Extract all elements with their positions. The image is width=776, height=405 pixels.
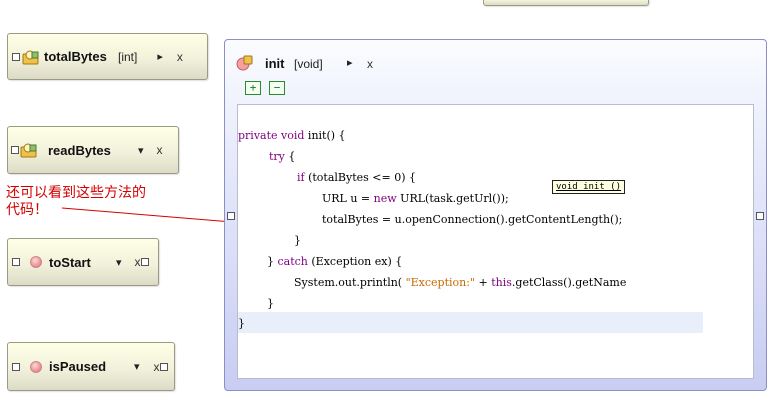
method-type: [void] (294, 57, 323, 71)
method-node-ispaused[interactable]: isPaused ▾ x (7, 342, 175, 391)
method-icon (30, 256, 42, 268)
left-resize-handle[interactable] (227, 212, 235, 220)
tooltip: void init () (552, 180, 626, 194)
code-line-5: totalBytes = u.openConnection().getConte… (322, 213, 623, 226)
code-line-6: } (294, 234, 301, 247)
method-icon (236, 55, 253, 71)
close-button[interactable]: x (367, 57, 373, 71)
current-line-highlight (238, 312, 703, 333)
method-node-tostart[interactable]: toStart ▾ x (7, 238, 159, 286)
code-line-4: URL u = new URL(task.getUrl()); (322, 192, 509, 205)
code-line-7: } catch (Exception ex) { (267, 255, 403, 268)
node-name: toStart (49, 254, 91, 270)
code-line-10: } (238, 317, 245, 330)
collapse-arrow-icon[interactable]: ▾ (134, 360, 140, 373)
method-icon (30, 360, 42, 373)
node-checkbox-right[interactable] (159, 362, 168, 371)
method-name: init (265, 56, 285, 71)
expand-plus-button[interactable]: + (245, 81, 261, 95)
right-resize-handle[interactable] (756, 212, 764, 220)
collapse-arrow-icon[interactable]: ▾ (116, 256, 122, 269)
node-name: isPaused (49, 359, 107, 374)
code-line-2: try { (269, 150, 296, 163)
node-checkbox[interactable] (12, 362, 20, 371)
code-area[interactable]: private void init() { try { if (totalByt… (237, 104, 754, 379)
code-line-1: private void init() { (238, 129, 346, 142)
node-checkbox[interactable] (12, 258, 20, 266)
expand-arrow-icon[interactable]: ▸ (347, 56, 353, 69)
node-checkbox-right[interactable] (140, 258, 149, 266)
code-line-9: } (267, 297, 274, 310)
code-line-8: System.out.println( "Exception:" + this.… (294, 276, 627, 289)
code-line-3: if (totalBytes <= 0) { (297, 171, 417, 184)
method-panel-init[interactable]: init [void] ▸ x + − private void init() … (224, 39, 767, 391)
collapse-minus-button[interactable]: − (269, 81, 285, 95)
